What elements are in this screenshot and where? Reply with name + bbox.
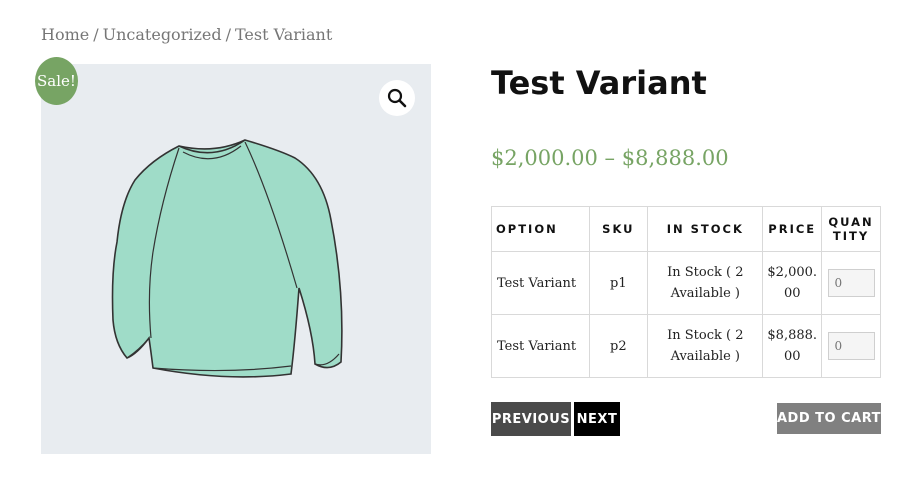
variant-stock-line1: In Stock ( 2	[667, 265, 744, 280]
table-row: Test Variant p2 In Stock ( 2 Available ) …	[491, 314, 881, 378]
variant-price-line2: 00	[783, 349, 801, 364]
variant-stock: In Stock ( 2 Available )	[647, 314, 764, 378]
header-quantity-line2: TITY	[832, 229, 870, 243]
breadcrumb-separator: /	[93, 25, 99, 44]
variant-price: $2,000. 00	[762, 251, 823, 315]
add-to-cart-button[interactable]: ADD TO CART	[777, 403, 881, 434]
search-icon	[387, 88, 407, 108]
quantity-input[interactable]	[827, 332, 875, 360]
variant-stock-line2: Available )	[670, 349, 740, 364]
variant-option: Test Variant	[491, 251, 590, 315]
header-quantity: QUAN TITY	[821, 206, 881, 252]
price-range: $2,000.00 – $8,888.00	[491, 146, 729, 170]
breadcrumb-category-link[interactable]: Uncategorized	[103, 25, 222, 44]
variant-sku: p2	[588, 314, 649, 378]
previous-button[interactable]: PREVIOUS	[491, 402, 571, 436]
variant-option: Test Variant	[491, 314, 590, 378]
variants-table: OPTION SKU IN STOCK PRICE QUAN TITY Test …	[491, 206, 881, 378]
zoom-button[interactable]	[379, 80, 415, 116]
variant-quantity-cell	[821, 251, 881, 315]
header-quantity-line1: QUAN	[828, 215, 874, 229]
table-row: Test Variant p1 In Stock ( 2 Available ) …	[491, 251, 881, 315]
header-in-stock: IN STOCK	[647, 206, 764, 252]
variant-stock: In Stock ( 2 Available )	[647, 251, 764, 315]
variant-price-line2: 00	[783, 286, 801, 301]
variant-quantity-cell	[821, 314, 881, 378]
variant-price-line1: $2,000.	[767, 265, 818, 280]
header-sku: SKU	[588, 206, 649, 252]
sweater-image[interactable]	[107, 132, 367, 382]
breadcrumb-home-link[interactable]: Home	[41, 25, 89, 44]
variant-sku: p1	[588, 251, 649, 315]
sale-badge: Sale!	[35, 57, 78, 105]
quantity-input[interactable]	[827, 269, 875, 297]
variant-stock-line2: Available )	[670, 286, 740, 301]
header-option: OPTION	[491, 206, 590, 252]
product-title: Test Variant	[491, 64, 707, 102]
variant-stock-line1: In Stock ( 2	[667, 328, 744, 343]
variant-price-line1: $8,888.	[767, 328, 818, 343]
table-header-row: OPTION SKU IN STOCK PRICE QUAN TITY	[491, 206, 881, 252]
breadcrumb: Home / Uncategorized / Test Variant	[41, 25, 332, 44]
breadcrumb-separator: /	[225, 25, 231, 44]
product-gallery	[41, 64, 431, 454]
next-button[interactable]: NEXT	[574, 402, 620, 436]
header-price: PRICE	[762, 206, 823, 252]
variant-price: $8,888. 00	[762, 314, 823, 378]
breadcrumb-current: Test Variant	[234, 25, 333, 44]
